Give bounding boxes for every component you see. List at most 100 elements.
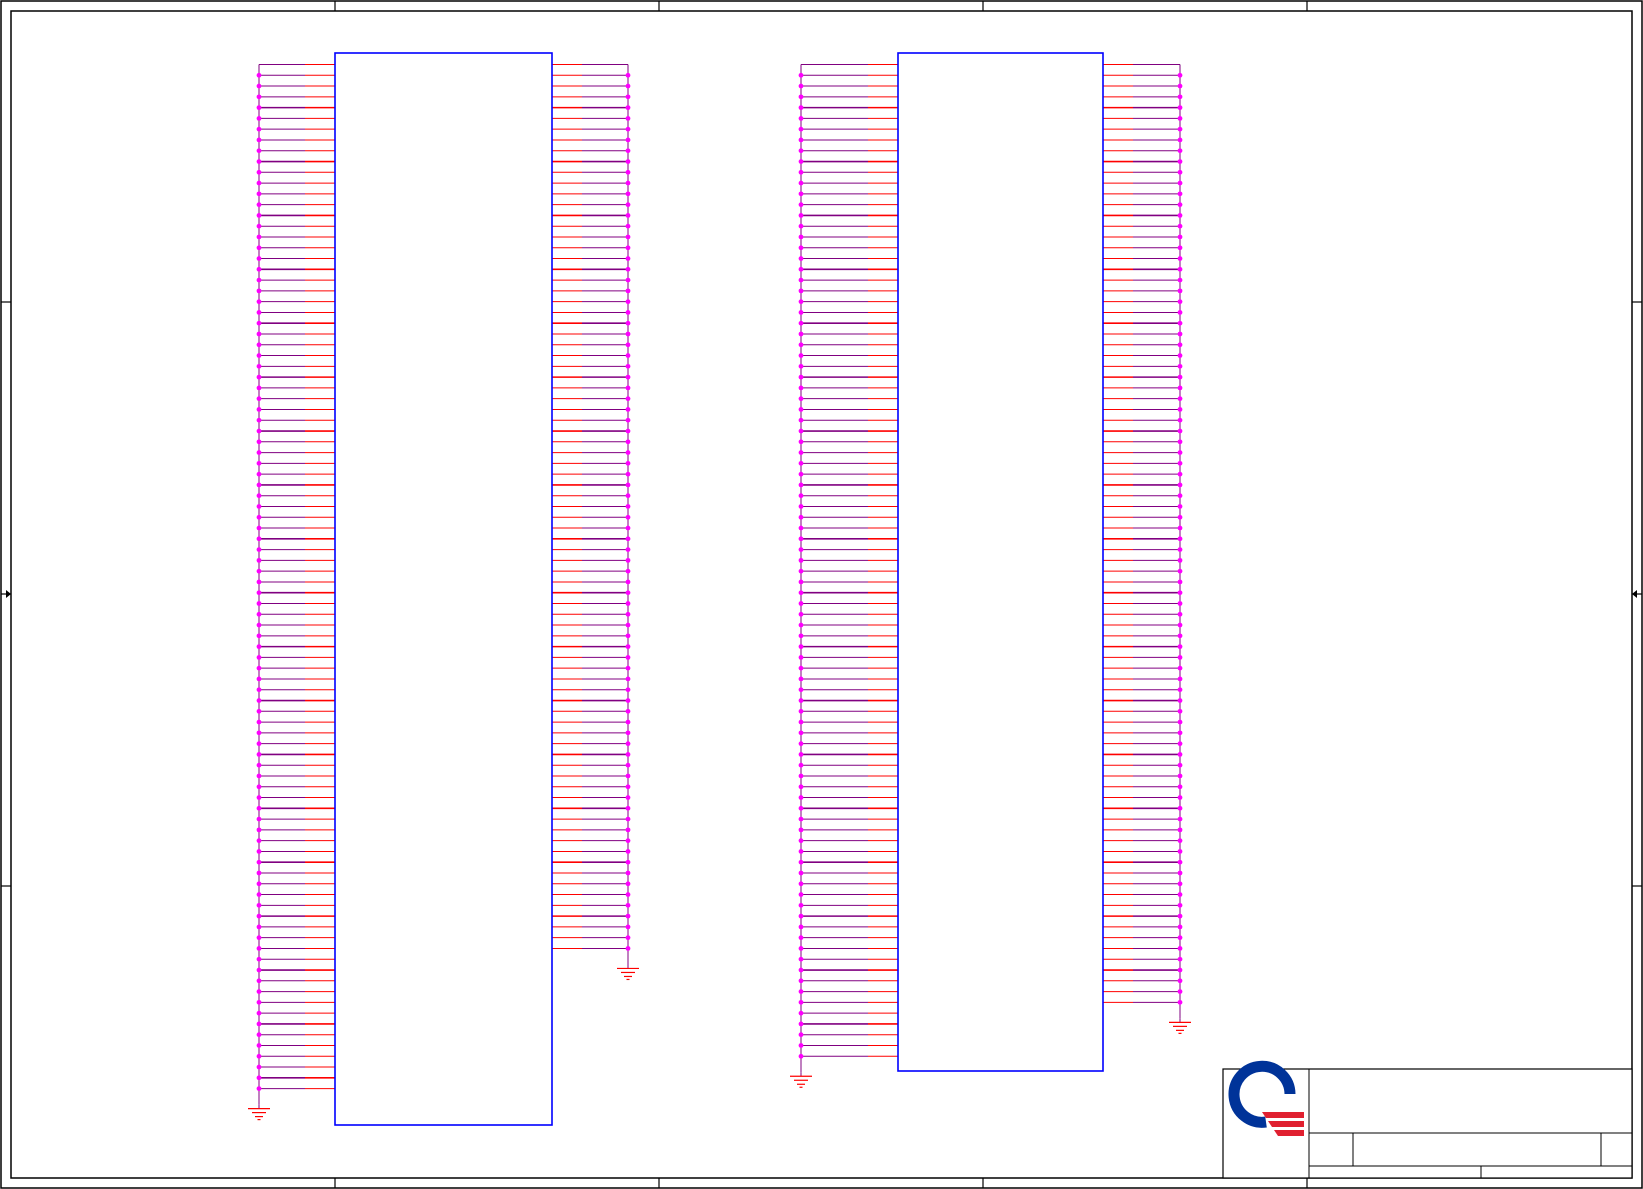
junction-dot [798,859,804,865]
junction-dot [1177,859,1183,865]
junction-dot [256,223,262,229]
junction-dot [256,795,262,800]
junction-dot [1177,935,1183,941]
junction-dot [798,266,804,272]
junction-dot [798,676,804,682]
junction-dot [798,223,804,229]
junction-dot [625,946,631,951]
junction-dot [625,536,631,542]
junction-dot [798,687,804,693]
junction-dot [256,611,262,617]
junction-dot [798,622,804,628]
junction-dot [1177,320,1183,326]
junction-dot [1177,407,1183,412]
junction-dot [1177,816,1183,822]
junction-dot [256,967,262,973]
junction-dot [1177,956,1183,962]
junction-dot [625,213,631,218]
junction-dot [625,504,631,509]
junction-dot [798,83,804,89]
junction-dot [798,816,804,822]
junction-dot [625,568,631,574]
junction-dot [1177,94,1183,100]
junction-dot [625,902,631,908]
junction-dot [625,849,631,854]
junction-dot [256,428,262,434]
junction-dot [256,245,262,251]
junction-dot [256,439,262,445]
junction-dot [256,493,262,499]
junction-dot [625,310,631,315]
junction-dot [256,169,262,175]
junction-dot [1177,989,1183,994]
junction-dot [798,374,804,380]
junction-dot [1177,827,1183,833]
junction-dot [798,310,804,315]
junction-dot [256,299,262,305]
junction-dot [798,1032,804,1038]
junction-dot [798,504,804,509]
junction-dot [1177,213,1183,218]
junction-dot [798,838,804,844]
junction-dot [256,514,262,520]
junction-dot [256,956,262,962]
junction-dot [256,946,262,951]
outer-frame [0,0,1643,1189]
junction-dot [625,148,631,154]
junction-dot [798,784,804,790]
junction-dot [1177,342,1183,348]
junction-dot [256,202,262,208]
junction-dot [256,579,262,585]
junction-dot [625,935,631,941]
junction-dot [798,94,804,100]
junction-dot [1177,169,1183,175]
junction-dot [1177,439,1183,445]
junction-dot [1177,288,1183,294]
junction-dot [1177,622,1183,628]
junction-dot [1177,708,1183,714]
junction-dot [256,310,262,315]
junction-dot [1177,741,1183,747]
junction-dot [625,277,631,283]
junction-dot [798,601,804,606]
junction-dot [256,859,262,865]
junction-dot [256,374,262,380]
junction-dot [798,967,804,973]
junction-dot [1177,924,1183,930]
junction-dot [256,1053,262,1059]
junction-dot [625,137,631,143]
junction-dot [256,277,262,283]
junction-dot [625,525,631,531]
junction-dot [625,417,631,423]
junction-dot [625,482,631,488]
junction-dot [256,460,262,466]
junction-dot [256,784,262,790]
junction-dot [1177,331,1183,337]
junction-dot [1177,655,1183,660]
drawing-border [0,0,1643,1189]
junction-dot [798,547,804,552]
junction-dot [625,83,631,89]
junction-dot [256,363,262,369]
junction-dot [1177,611,1183,617]
junction-dot [798,460,804,466]
junction-dot [1177,568,1183,574]
junction-dot [625,698,631,703]
junction-dot [798,989,804,994]
junction-dot [798,169,804,175]
junction-dot [1177,967,1183,973]
junction-dot [625,256,631,261]
junction-dot [1177,353,1183,358]
junction-dot [256,935,262,941]
junction-dot [798,795,804,800]
junction-dot [1177,482,1183,488]
component-body [334,52,553,1126]
junction-dot [256,1010,262,1016]
junction-dot [798,708,804,714]
junction-dot [798,180,804,186]
junction-dot [256,622,262,628]
junction-dot [798,590,804,596]
junction-dot [1177,504,1183,509]
junction-dot [256,482,262,488]
junction-dot [625,396,631,402]
